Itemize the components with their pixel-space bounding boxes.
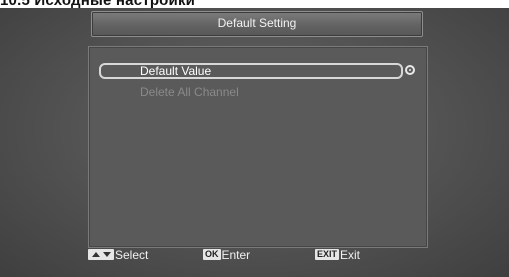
menu-item-default-value[interactable]: Default Value <box>99 63 403 79</box>
footer-hints: Select OK Enter EXIT Exit <box>88 244 428 266</box>
screen-title: Default Setting <box>217 16 297 30</box>
document-heading: 10.5 Исходные настройки <box>0 0 196 9</box>
hint-select: Select <box>88 247 148 263</box>
menu-item-delete-all-channel[interactable]: Delete All Channel <box>99 85 399 102</box>
hint-enter-label: Enter <box>221 248 251 262</box>
tv-screen: Default Setting Default Value Delete All… <box>0 8 509 277</box>
menu-panel: Default Value Delete All Channel <box>88 46 428 248</box>
menu-item-label: Delete All Channel <box>140 85 239 99</box>
title-bar: Default Setting <box>91 11 423 37</box>
hint-exit-label: Exit <box>340 248 361 262</box>
radio-icon <box>405 65 415 75</box>
up-down-arrows-icon <box>88 249 114 260</box>
hint-exit: EXIT Exit <box>315 247 360 263</box>
menu-item-label: Default Value <box>140 64 212 78</box>
exit-key-icon: EXIT <box>315 249 340 260</box>
hint-select-label: Select <box>115 248 149 262</box>
hint-enter: OK Enter <box>203 247 250 263</box>
ok-key-icon: OK <box>203 249 221 260</box>
